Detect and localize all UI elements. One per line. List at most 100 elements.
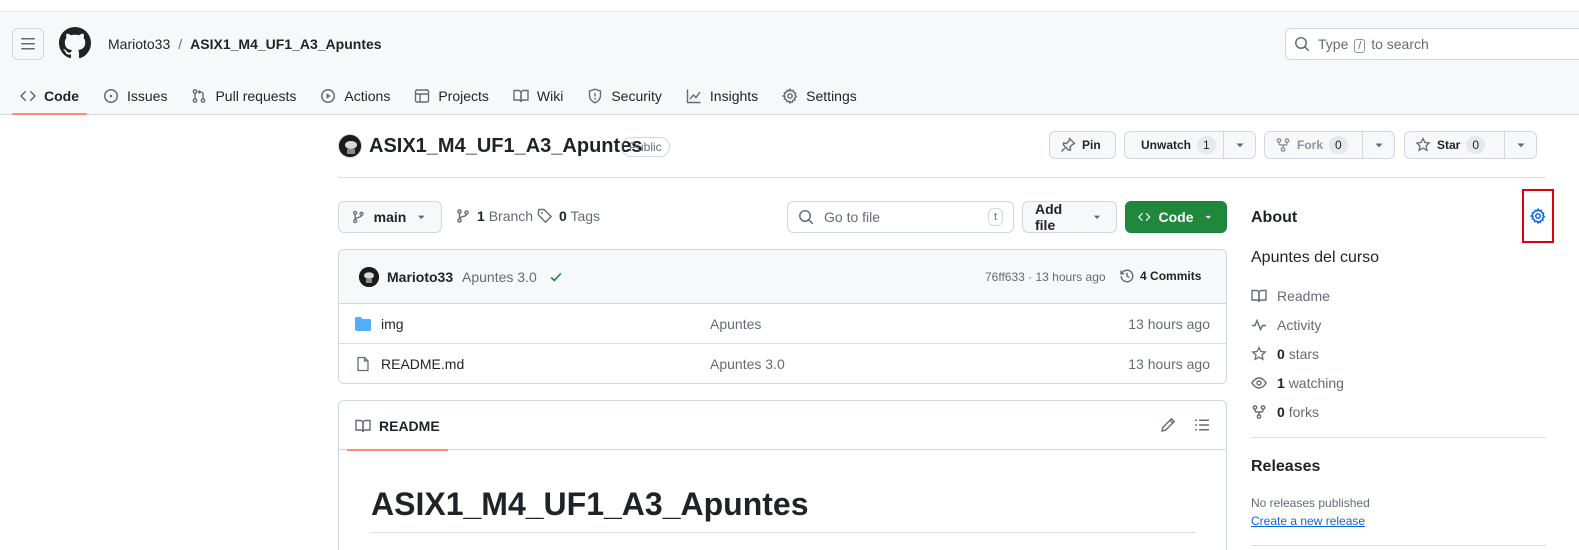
unwatch-dropdown-button[interactable]	[1223, 131, 1256, 159]
commits-history-link[interactable]: 4 Commits	[1119, 268, 1201, 284]
fork-dropdown-button[interactable]	[1362, 131, 1395, 159]
readme-tab[interactable]: README	[347, 401, 448, 451]
menu-button[interactable]	[12, 28, 44, 60]
branches-link[interactable]: 1 Branch	[455, 208, 533, 224]
forks-link[interactable]: 0 forks	[1251, 404, 1319, 420]
code-button[interactable]: Code	[1125, 201, 1227, 233]
pencil-icon[interactable]	[1160, 417, 1176, 433]
play-icon	[321, 88, 336, 103]
tab-projects[interactable]: Projects	[406, 76, 497, 115]
commit-author-avatar[interactable]	[359, 267, 379, 287]
branch-icon	[353, 210, 364, 224]
about-heading: About	[1251, 209, 1298, 226]
go-to-file-input[interactable]: Go to file t	[787, 201, 1014, 233]
tab-wiki[interactable]: Wiki	[505, 76, 571, 115]
activity-link-label: Activity	[1277, 317, 1322, 333]
gear-icon	[1530, 208, 1546, 224]
branch-selector-button[interactable]: main	[338, 201, 442, 233]
code-icon	[20, 90, 36, 101]
file-commit-message[interactable]: Apuntes	[710, 316, 761, 332]
search-placeholder: Type / to search	[1318, 36, 1429, 53]
repo-title[interactable]: ASIX1_M4_UF1_A3_Apuntes	[369, 133, 642, 159]
edit-about-button[interactable]	[1522, 189, 1554, 243]
table-icon	[415, 88, 430, 103]
tab-insights-label: Insights	[709, 87, 759, 104]
tab-pull-requests[interactable]: Pull requests	[183, 76, 304, 115]
file-commit-message[interactable]: Apuntes 3.0	[710, 356, 785, 372]
tab-insights[interactable]: Insights	[678, 76, 766, 115]
tab-security[interactable]: Security	[579, 76, 670, 115]
fork-icon	[1276, 138, 1290, 152]
pin-icon	[1061, 137, 1076, 152]
github-logo-icon[interactable]	[59, 27, 91, 59]
shield-icon	[589, 87, 602, 104]
tab-settings[interactable]: Settings	[774, 76, 865, 115]
tab-actions-label: Actions	[344, 87, 391, 104]
pin-button[interactable]: Pin	[1049, 131, 1116, 159]
list-icon[interactable]	[1194, 417, 1210, 433]
star-count: 0	[1466, 136, 1486, 154]
breadcrumb-repo-link[interactable]: ASIX1_M4_UF1_A3_Apuntes	[190, 34, 381, 54]
breadcrumb-owner-link[interactable]: Marioto33	[108, 34, 170, 54]
tab-issues[interactable]: Issues	[95, 76, 175, 115]
file-name[interactable]: img	[381, 316, 404, 332]
tab-actions[interactable]: Actions	[312, 76, 398, 115]
readme-header: README	[339, 401, 1226, 451]
readme-link[interactable]: Readme	[1251, 288, 1330, 304]
fork-button[interactable]: Fork 0	[1264, 131, 1363, 159]
table-row[interactable]: README.md Apuntes 3.0 13 hours ago	[339, 344, 1226, 383]
readme-panel: README ASIX1_M4_UF1_A3_Apuntes	[338, 400, 1227, 550]
issue-icon	[104, 88, 118, 103]
book-icon	[355, 419, 371, 432]
stars-link[interactable]: 0 stars	[1251, 346, 1319, 362]
unwatch-label: Unwatch	[1141, 138, 1192, 152]
history-icon	[1120, 269, 1134, 283]
watch-count: 1	[1197, 136, 1216, 154]
gear-icon	[782, 87, 798, 104]
tags-link[interactable]: 0 Tags	[537, 208, 600, 224]
file-date: 13 hours ago	[1128, 356, 1210, 372]
file-name[interactable]: README.md	[381, 356, 464, 372]
create-release-link[interactable]: Create a new release	[1251, 514, 1365, 528]
check-icon[interactable]	[549, 270, 563, 284]
branches-label: Branch	[488, 208, 534, 224]
watching-link[interactable]: 1 watching	[1251, 375, 1344, 391]
global-search-input[interactable]: Type / to search	[1285, 28, 1579, 60]
owner-avatar[interactable]	[338, 134, 362, 158]
watching-count: 1	[1277, 375, 1285, 391]
tags-label: Tags	[570, 208, 601, 224]
add-file-button[interactable]: Add file	[1022, 201, 1117, 233]
star-button[interactable]: Star 0	[1404, 131, 1505, 159]
star-dropdown-button[interactable]	[1504, 131, 1537, 159]
breadcrumb-separator: /	[178, 36, 183, 52]
tab-projects-label: Projects	[438, 87, 489, 104]
star-label: Star	[1437, 138, 1461, 152]
add-file-label: Add file	[1035, 201, 1063, 233]
readme-link-label: Readme	[1277, 288, 1330, 304]
graph-icon	[686, 89, 701, 103]
releases-heading[interactable]: Releases	[1251, 458, 1320, 476]
go-to-file-placeholder: Go to file	[824, 209, 881, 225]
commit-message[interactable]: Apuntes 3.0	[462, 269, 537, 285]
code-icon	[1138, 213, 1151, 221]
stars-label: stars	[1288, 346, 1320, 362]
commit-author[interactable]: Marioto33	[387, 269, 453, 285]
visibility-badge: Public	[621, 137, 670, 157]
go-to-file-shortcut: t	[987, 208, 1003, 226]
sidebar-divider	[1251, 437, 1546, 438]
tab-code[interactable]: Code	[12, 76, 87, 115]
code-button-label: Code	[1158, 209, 1194, 225]
watching-label: watching	[1288, 375, 1344, 391]
activity-link[interactable]: Activity	[1251, 317, 1321, 333]
tab-code-label: Code	[44, 87, 79, 104]
unwatch-button[interactable]: Unwatch 1	[1124, 131, 1224, 159]
commit-hash-time[interactable]: 76ff633 · 13 hours ago	[985, 270, 1106, 284]
fork-label: Fork	[1297, 138, 1324, 152]
table-row[interactable]: img Apuntes 13 hours ago	[339, 304, 1226, 344]
readme-actions	[1160, 417, 1210, 433]
pulse-icon	[1252, 318, 1266, 332]
no-releases-text: No releases published	[1251, 496, 1370, 510]
readme-tab-label: README	[379, 417, 440, 434]
branch-icon	[457, 209, 469, 223]
file-icon	[357, 356, 369, 372]
